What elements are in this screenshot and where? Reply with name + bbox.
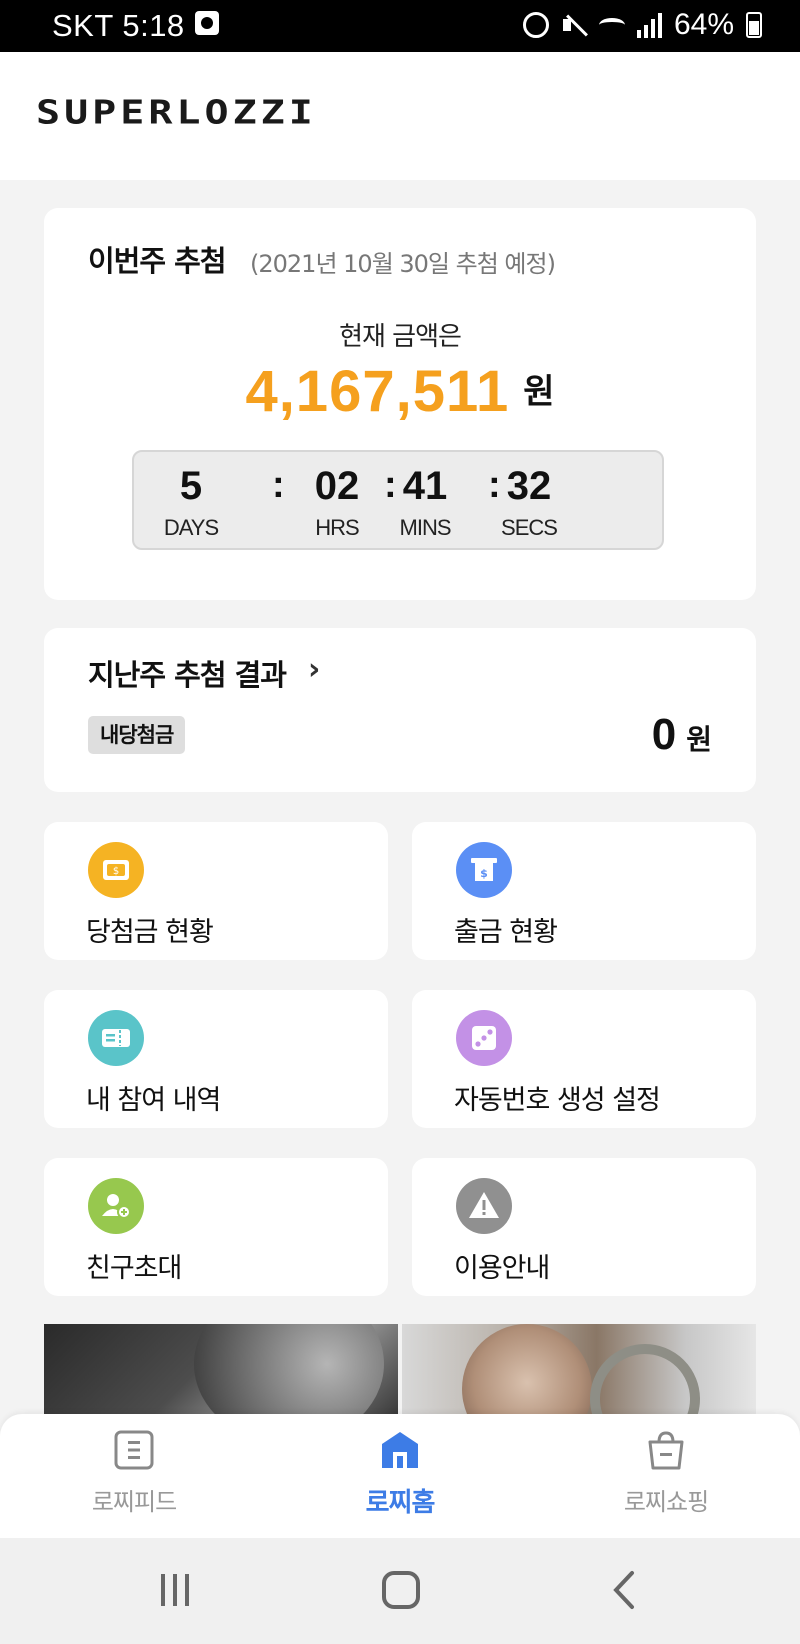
my-prize-badge: 내당첨금 — [88, 716, 186, 754]
status-bar: SKT 5:18 64% — [0, 0, 800, 52]
menu-my-participation[interactable]: 내 참여 내역 — [44, 990, 388, 1128]
banner-image-left[interactable] — [44, 1324, 398, 1414]
nav-feed-label: 로찌피드 — [91, 1488, 177, 1516]
menu-label: 출금 현황 — [454, 917, 558, 948]
menu-label: 친구초대 — [86, 1253, 182, 1284]
warning-icon — [456, 1178, 512, 1234]
countdown-days-value: 5 — [179, 464, 203, 508]
my-prize-unit: 원 — [686, 723, 712, 756]
amount-label: 현재 금액은 — [339, 322, 462, 352]
back-icon[interactable] — [610, 1568, 640, 1612]
menu-withdrawal-status[interactable]: $ 출금 현황 — [412, 822, 756, 960]
countdown-hours-label: HRS — [315, 515, 359, 540]
countdown-minutes: 41 MINS — [380, 464, 470, 541]
menu-label: 이용안내 — [454, 1253, 550, 1284]
my-prize-amount: 0원 — [652, 710, 712, 760]
wifi-icon — [598, 18, 625, 32]
recent-apps-icon[interactable] — [158, 1568, 192, 1612]
svg-text:$: $ — [113, 866, 119, 877]
atm-icon: $ — [456, 842, 512, 898]
app-logo[interactable]: SUPERLOZZI — [36, 94, 317, 132]
countdown-hours-value: 02 — [314, 464, 360, 508]
menu-label: 내 참여 내역 — [86, 1085, 221, 1116]
countdown-hours: 02 HRS — [292, 464, 382, 541]
nav-shopping-label: 로찌쇼핑 — [623, 1488, 709, 1516]
my-prize-value: 0 — [651, 710, 677, 759]
battery-icon — [746, 12, 762, 38]
last-week-result-card[interactable]: 지난주 추첨 결과 › 내당첨금 0원 — [44, 628, 756, 792]
shopping-bag-icon — [646, 1430, 686, 1470]
nav-home-label: 로찌홈 — [365, 1488, 436, 1518]
this-week-draw-card: 이번주 추첨 (2021년 10월 30일 추첨 예정) 현재 금액은 4,16… — [44, 208, 756, 600]
nav-home[interactable]: 로찌홈 — [300, 1430, 500, 1519]
home-icon — [380, 1430, 420, 1470]
countdown-separator: : — [272, 464, 285, 506]
countdown-seconds-label: SECS — [501, 515, 558, 540]
menu-label: 자동번호 생성 설정 — [454, 1085, 661, 1116]
nav-shopping[interactable]: 로찌쇼핑 — [566, 1430, 766, 1517]
status-carrier-time: SKT 5:18 — [52, 8, 219, 44]
mute-icon — [561, 12, 587, 38]
status-right: 64% — [522, 8, 762, 42]
countdown-timer: 5 DAYS : 02 HRS : 41 MINS : 32 SECS — [132, 450, 664, 550]
this-week-title: 이번주 추첨 — [88, 244, 226, 278]
menu-invite-friends[interactable]: 친구초대 — [44, 1158, 388, 1296]
dice-icon — [456, 1010, 512, 1066]
bottom-navigation: 로찌피드 로찌홈 로찌쇼핑 — [0, 1414, 800, 1538]
banner-model — [462, 1324, 592, 1414]
app-header: SUPERLOZZI — [0, 52, 800, 180]
home-button-icon[interactable] — [380, 1568, 424, 1612]
jackpot-unit: 원 — [523, 372, 555, 412]
draw-date: (2021년 10월 30일 추첨 예정) — [250, 250, 556, 278]
ticket-icon — [88, 1010, 144, 1066]
svg-text:$: $ — [480, 867, 488, 880]
wallet-icon: $ — [88, 842, 144, 898]
menu-label: 당첨금 현황 — [86, 917, 214, 948]
menu-auto-number-settings[interactable]: 자동번호 생성 설정 — [412, 990, 756, 1128]
signal-icon — [636, 12, 662, 38]
menu-usage-guide[interactable]: 이용안내 — [412, 1158, 756, 1296]
battery-percent: 64% — [673, 8, 734, 41]
screen-record-icon — [194, 11, 219, 35]
countdown-minutes-value: 41 — [402, 464, 448, 508]
menu-winnings-status[interactable]: $ 당첨금 현황 — [44, 822, 388, 960]
feed-icon — [114, 1430, 154, 1470]
jackpot-amount: 4,167,511 원 — [44, 358, 756, 425]
add-friend-icon — [88, 1178, 144, 1234]
jackpot-value: 4,167,511 — [245, 359, 510, 424]
nav-feed[interactable]: 로찌피드 — [34, 1430, 234, 1517]
banner-image-right[interactable] — [402, 1324, 756, 1414]
alarm-icon — [522, 12, 549, 38]
countdown-seconds: 32 SECS — [484, 464, 574, 541]
chevron-right-icon[interactable]: › — [308, 652, 320, 687]
countdown-days-label: DAYS — [163, 515, 219, 540]
countdown-seconds-value: 32 — [506, 464, 552, 508]
last-week-title[interactable]: 지난주 추첨 결과 — [88, 652, 287, 694]
banner-handbag — [590, 1344, 700, 1414]
countdown-minutes-label: MINS — [399, 515, 452, 540]
carrier-time-text: SKT 5:18 — [52, 8, 185, 43]
banner-portrait — [194, 1324, 384, 1414]
countdown-days: 5 DAYS — [146, 464, 236, 541]
system-navigation-bar — [0, 1538, 800, 1644]
